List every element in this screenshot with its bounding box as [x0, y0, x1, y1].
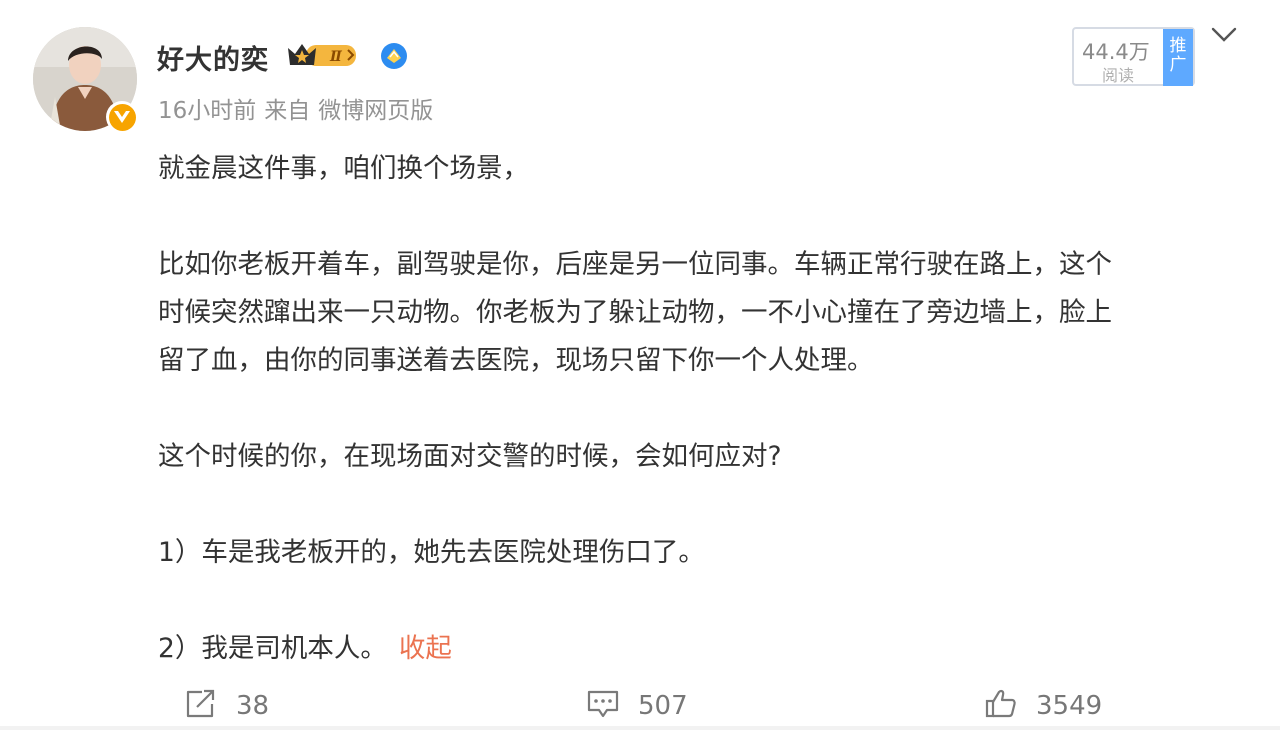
read-label: 阅读 [1102, 66, 1135, 85]
comment-icon [586, 688, 620, 724]
like-button[interactable]: 3549 [984, 682, 1102, 730]
member-level-badge-icon[interactable]: Ⅱ [286, 40, 364, 74]
promote-label-char: 推 [1169, 36, 1187, 56]
paragraph-2-line-2: 时候突然蹿出来一只动物。你老板为了躲让动物，一不小心撞在了旁边墙上，脸上 [158, 297, 1112, 328]
divider [0, 726, 1280, 730]
post-time[interactable]: 16小时前 [158, 98, 256, 124]
read-stats-box: 44.4万 阅读 推广 [1072, 27, 1195, 86]
post-content: 就金晨这件事，咱们换个场景， 比如你老板开着车，副驾驶是你，后座是另一位同事。车… [158, 145, 1248, 673]
promote-label-char: 广 [1169, 55, 1187, 75]
action-bar: 38 507 3549 [0, 682, 1280, 730]
promote-button[interactable]: 推广 [1163, 29, 1193, 86]
repost-icon [184, 688, 218, 724]
verified-v-badge-icon [106, 101, 138, 133]
collapse-link[interactable]: 收起 [399, 633, 452, 664]
like-count: 3549 [1036, 691, 1103, 721]
paragraph-5-line-1: 2）我是司机本人。 [158, 633, 387, 664]
repost-count: 38 [236, 691, 270, 721]
repost-button[interactable]: 38 [184, 682, 269, 730]
post-meta: 16小时前 来自 微博网页版 [158, 91, 441, 125]
source-client[interactable]: 微博网页版 [318, 98, 433, 124]
paragraph-2-line-3: 留了血，由你的同事送着去医院，现场只留下你一个人处理。 [158, 345, 874, 376]
paragraph-1-line-1: 就金晨这件事，咱们换个场景， [158, 153, 529, 184]
weibo-post-card: 好大的奕 Ⅱ 16小时前 来自 微博网页版 44.4万 阅读 推广 就金晨这件事，咱… [0, 0, 1280, 748]
paragraph-2-line-1: 比如你老板开着车，副驾驶是你，后座是另一位同事。车辆正常行驶在路上，这个 [158, 249, 1112, 280]
chevron-down-icon[interactable] [1210, 24, 1238, 46]
thumbs-up-icon [984, 688, 1018, 724]
level-label: Ⅱ [329, 49, 343, 65]
source-prefix: 来自 [264, 98, 311, 124]
paragraph-4-line-1: 1）车是我老板开的，她先去医院处理伤口了。 [158, 537, 705, 568]
username[interactable]: 好大的奕 [157, 38, 269, 77]
paragraph-5: 2）我是司机本人。 收起 [158, 625, 1248, 673]
comment-button[interactable]: 507 [586, 682, 688, 730]
paragraph-3-line-1: 这个时候的你，在现场面对交警的时候，会如何应对? [158, 441, 782, 472]
comment-count: 507 [638, 691, 688, 721]
yellow-verified-icon[interactable] [380, 42, 408, 74]
